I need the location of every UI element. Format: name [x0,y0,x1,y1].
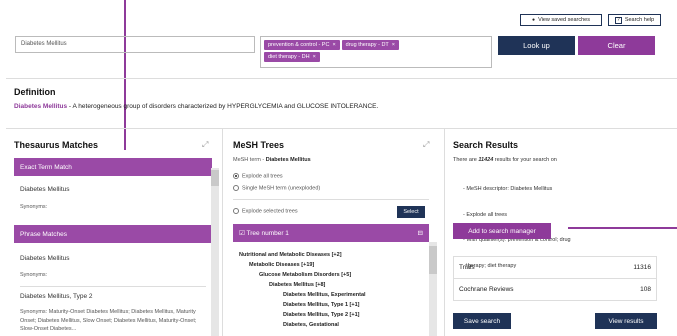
qualifier-box[interactable]: prevention & control - PC × drug therapy -… [260,36,492,68]
expand-icon[interactable]: ⤢ [202,140,208,150]
explode-all-radio[interactable]: Explode all trees [233,173,283,179]
mesh-term-line: MeSH term - Diabetes Mellitus [233,157,311,163]
qualifier-chip[interactable]: diet therapy - DH × [264,52,320,62]
tree-node[interactable]: Glucose Metabolism Disorders [+5] [239,270,366,280]
select-button[interactable]: Select [397,206,425,218]
results-row-trials[interactable]: Trials 11316 [454,257,656,279]
tree-node[interactable]: Diabetes Mellitus, Type 1 [+1] [239,300,366,310]
tree-list: Nutritional and Metabolic Diseases [+2] … [239,250,366,330]
scrollbar[interactable] [211,168,219,336]
scrollbar[interactable] [429,242,437,336]
results-summary: There are 11424 results for your search … [453,157,557,163]
search-help-button[interactable]: ? Search help [608,14,661,26]
remove-icon: × [312,54,316,60]
look-up-button[interactable]: Look up [498,36,575,55]
exact-synonyms: Synonyms: [20,204,48,210]
explode-selected-radio[interactable]: Explode selected trees [233,208,298,214]
definition-term-link[interactable]: Diabetes Mellitus [14,103,67,110]
tree-node[interactable]: Diabetes Mellitus [+8] [239,280,366,290]
qualifier-chip[interactable]: drug therapy - DT × [341,40,399,50]
view-saved-searches-button[interactable]: ● View saved searches [520,14,602,26]
remove-icon: × [332,42,336,48]
collapse-icon[interactable]: ⊟ [418,229,423,237]
divider [20,286,206,287]
single-term-radio[interactable]: Single MeSH term (unexploded) [233,185,320,191]
tree-number-header[interactable]: ☑ Tree number 1 ⊟ [233,224,429,242]
save-search-button[interactable]: Save search [453,313,511,329]
results-panel: Search Results There are 11424 results f… [444,128,677,336]
tree-node[interactable]: Nutritional and Metabolic Diseases [+2] [239,250,366,260]
thesaurus-panel: Thesaurus Matches ⤢ Exact Term Match Dia… [6,128,218,336]
tree-node[interactable]: Diabetes Mellitus, Experimental [239,290,366,300]
results-row-reviews[interactable]: Cochrane Reviews 108 [454,279,656,300]
definition-heading: Definition [14,87,56,97]
expand-icon[interactable]: ⤢ [423,140,429,150]
divider [233,199,429,200]
exact-term-link[interactable]: Diabetes Mellitus [20,186,70,193]
phrase-synonyms: Synonyms: Maturity-Onset Diabetes Mellit… [20,309,197,332]
eye-icon: ● [532,17,536,23]
phrase-term-link[interactable]: Diabetes Mellitus [20,255,70,262]
divider [6,78,677,79]
qualifier-chip[interactable]: prevention & control - PC × [264,40,340,50]
view-results-button[interactable]: View results [595,313,657,329]
definition-text: Diabetes Mellitus - A heterogeneous grou… [14,103,379,110]
exact-term-match-header: Exact Term Match [14,158,212,176]
results-table: Trials 11316 Cochrane Reviews 108 [453,256,657,301]
phrase-synonyms: Synonyms: [20,272,48,278]
tree-node[interactable]: Metabolic Diseases [+19] [239,260,366,270]
checkbox-icon[interactable]: ☑ [239,230,245,237]
search-term-input[interactable]: Diabetes Mellitus [15,36,255,53]
question-icon: ? [614,16,622,24]
remove-icon: × [391,42,395,48]
mesh-panel: MeSH Trees ⤢ MeSH term - Diabetes Mellit… [211,128,442,336]
phrase-matches-header: Phrase Matches [14,225,212,243]
tree-node[interactable]: Diabetes, Gestational [239,320,366,330]
phrase-term-link[interactable]: Diabetes Mellitus, Type 2 [20,293,93,300]
clear-button[interactable]: Clear [578,36,655,55]
add-to-search-manager-button[interactable]: Add to search manager [453,223,551,239]
mesh-heading: MeSH Trees [233,140,285,150]
tree-node[interactable]: Diabetes Mellitus, Type 2 [+1] [239,310,366,320]
thesaurus-heading: Thesaurus Matches [14,140,99,150]
results-heading: Search Results [453,140,519,150]
